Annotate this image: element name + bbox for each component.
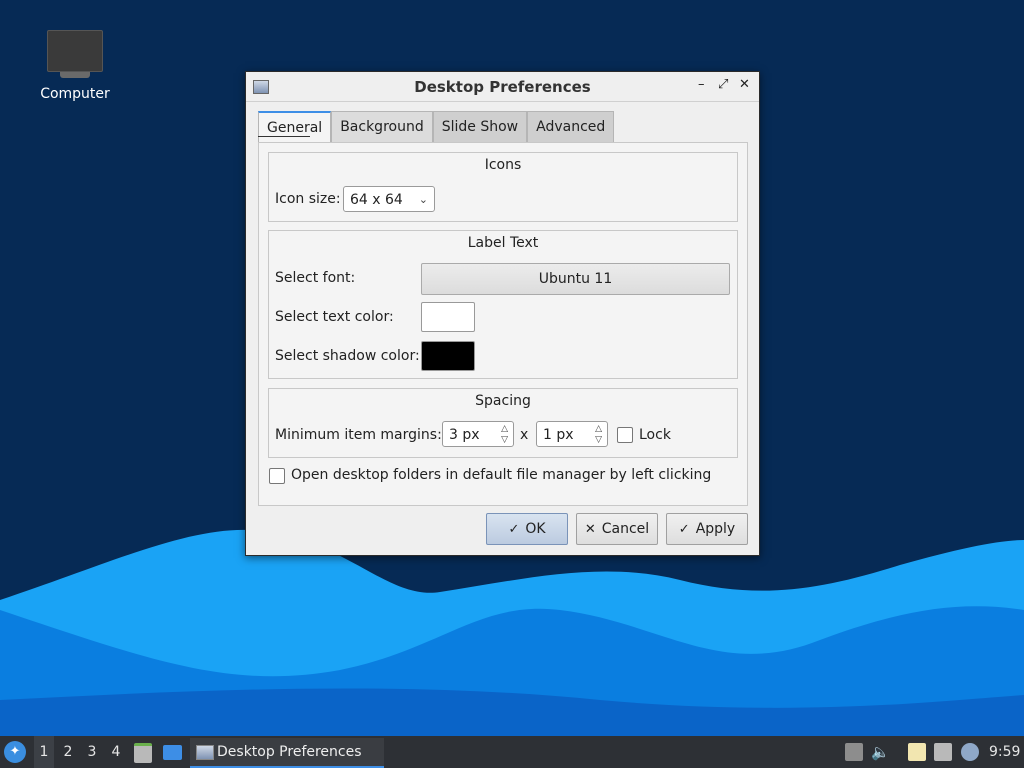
tab-general[interactable]: General [258, 111, 332, 143]
chevron-down-icon[interactable]: ▽ [501, 435, 508, 445]
chevron-down-icon[interactable]: ▽ [595, 435, 602, 445]
titlebar[interactable]: Desktop Preferences – ⤢ ✕ [246, 72, 759, 102]
check-icon: ✓ [508, 522, 520, 537]
tab-advanced[interactable]: Advanced [527, 111, 615, 142]
margin-y-spinbox[interactable]: 1 px △ ▽ [536, 421, 608, 447]
icon-size-value: 64 x 64 [350, 192, 403, 208]
tab-mnemonic-underline [258, 136, 310, 137]
desktop-preferences-dialog: Desktop Preferences – ⤢ ✕ General Backgr… [245, 71, 760, 556]
show-desktop-icon[interactable] [163, 745, 182, 760]
open-folders-label: Open desktop folders in default file man… [291, 467, 712, 483]
minimum-item-margins-label: Minimum item margins: [275, 427, 442, 443]
select-text-color-label: Select text color: [275, 309, 394, 325]
task-label: Desktop Preferences [217, 744, 362, 760]
file-manager-icon[interactable] [134, 743, 152, 763]
label-text-frame: Label Text Select font: Ubuntu 11 Select… [268, 230, 738, 379]
icon-size-select[interactable]: 64 x 64 ⌄ [343, 186, 435, 212]
close-icon: ✕ [584, 522, 596, 537]
tab-slide-show[interactable]: Slide Show [432, 111, 528, 142]
workspace-2[interactable]: 2 [58, 736, 78, 768]
cancel-button[interactable]: ✕ Cancel [576, 513, 658, 545]
monitor-stand [60, 72, 90, 78]
icon-size-label: Icon size: [275, 191, 341, 207]
workspace-4[interactable]: 4 [106, 736, 126, 768]
text-color-button[interactable] [421, 302, 475, 332]
eject-icon[interactable] [845, 743, 863, 761]
chevron-down-icon: ⌄ [418, 193, 428, 206]
tab-bar: General Background Slide Show Advanced [258, 111, 615, 143]
volume-icon[interactable]: 🔈 [871, 743, 890, 761]
spacing-frame: Spacing Minimum item margins: 3 px △ ▽ x… [268, 388, 738, 458]
general-panel: Icons Icon size: 64 x 64 ⌄ Label Text Se… [258, 142, 748, 506]
font-select-button[interactable]: Ubuntu 11 [421, 263, 730, 295]
ok-button[interactable]: ✓ OK [486, 513, 568, 545]
window-title: Desktop Preferences [414, 78, 591, 96]
taskbar-task-desktop-preferences[interactable]: Desktop Preferences [190, 738, 384, 768]
icons-section-title: Icons [484, 157, 522, 173]
margin-x-spinbox[interactable]: 3 px △ ▽ [442, 421, 514, 447]
apply-button[interactable]: ✓ Apply [666, 513, 748, 545]
margins-separator: x [520, 427, 529, 443]
workspace-1[interactable]: 1 [34, 736, 54, 768]
chevron-up-icon[interactable]: △ [501, 424, 508, 434]
close-icon[interactable]: ✕ [739, 77, 750, 92]
network-icon[interactable] [934, 743, 952, 761]
tab-background[interactable]: Background [331, 111, 433, 142]
app-menu-icon[interactable]: ✦ [4, 741, 26, 763]
clock[interactable]: 9:59 [989, 736, 1020, 768]
clipboard-icon[interactable] [908, 743, 926, 761]
apply-button-label: Apply [695, 521, 736, 537]
window-icon [196, 745, 214, 760]
ok-button-label: OK [525, 521, 546, 537]
label-text-section-title: Label Text [467, 235, 539, 251]
workspace-3[interactable]: 3 [82, 736, 102, 768]
lock-checkbox[interactable] [617, 427, 633, 443]
notification-icon[interactable] [961, 743, 979, 761]
margin-x-value: 3 px [449, 427, 480, 443]
desktop-icon-computer[interactable]: Computer [30, 30, 120, 102]
desktop-icon-label: Computer [40, 86, 110, 102]
icons-frame: Icons Icon size: 64 x 64 ⌄ [268, 152, 738, 222]
margin-y-value: 1 px [543, 427, 574, 443]
check-icon: ✓ [678, 522, 690, 537]
select-shadow-color-label: Select shadow color: [275, 348, 420, 364]
select-font-label: Select font: [275, 270, 356, 286]
chevron-up-icon[interactable]: △ [595, 424, 602, 434]
taskbar: ✦ 1 2 3 4 Desktop Preferences 🔈 9:59 [0, 736, 1024, 768]
cancel-button-label: Cancel [601, 521, 650, 537]
shadow-color-button[interactable] [421, 341, 475, 371]
maximize-icon[interactable]: ⤢ [718, 77, 728, 92]
spacing-section-title: Spacing [475, 393, 531, 409]
lock-label: Lock [639, 427, 671, 443]
open-folders-checkbox[interactable] [269, 468, 285, 484]
monitor-icon [47, 30, 103, 72]
minimize-icon[interactable]: – [698, 77, 705, 92]
